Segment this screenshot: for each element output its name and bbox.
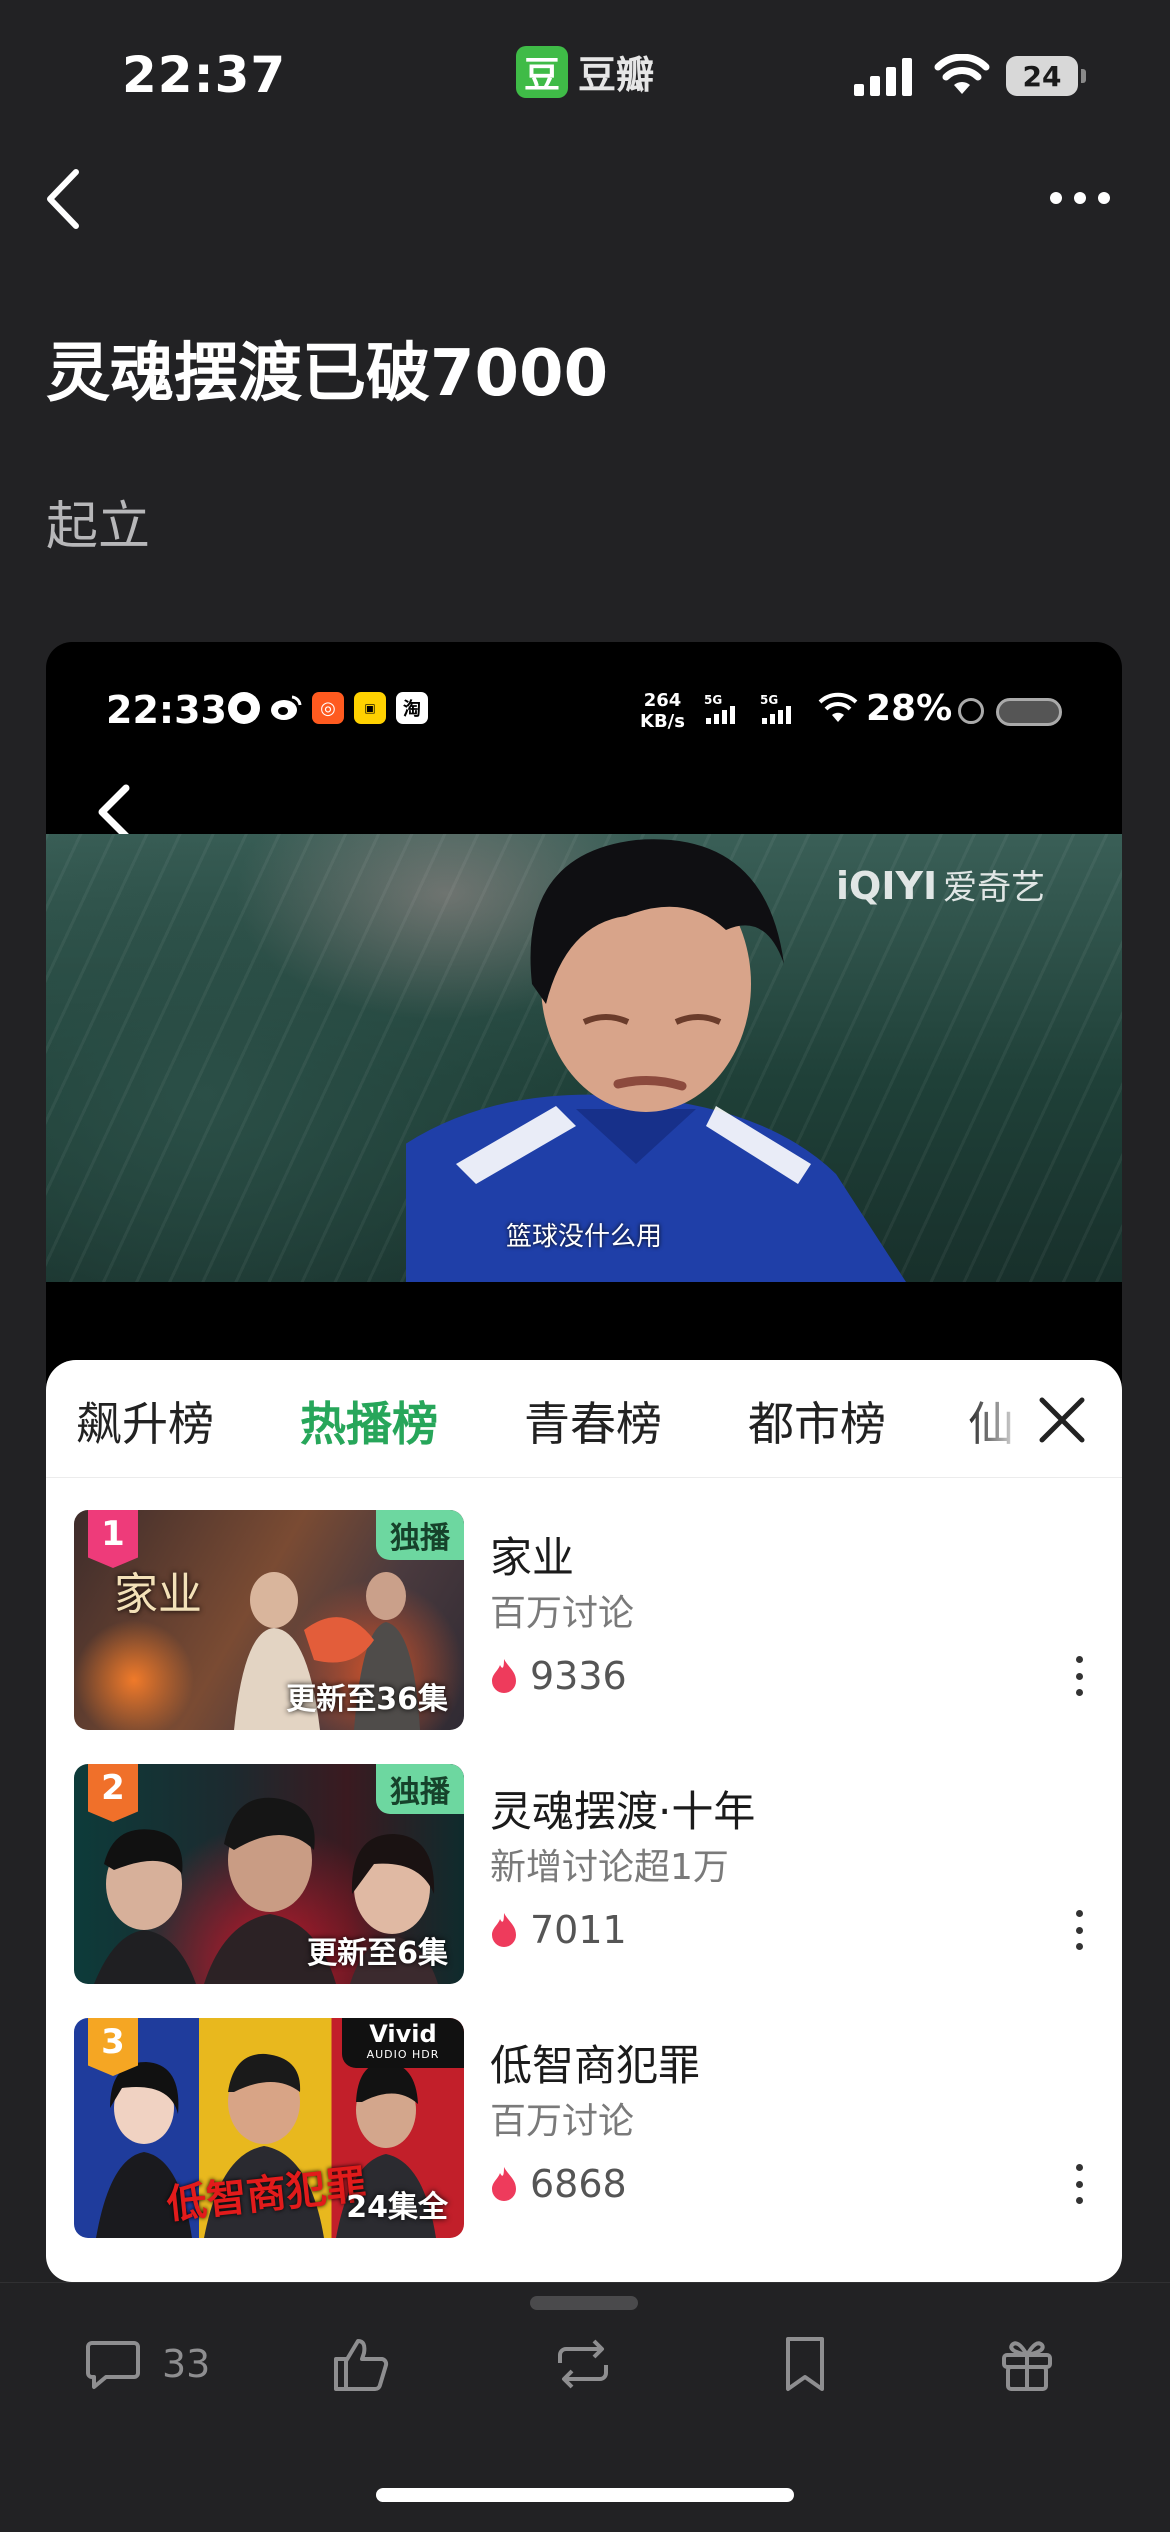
bookmark-icon — [786, 2337, 824, 2391]
thumbnail-title: 家业 — [114, 1569, 202, 1620]
drag-handle[interactable] — [530, 2296, 638, 2310]
episode-status: 更新至6集 — [307, 1936, 448, 1971]
episode-status: 更新至36集 — [286, 1682, 448, 1717]
comment-count: 33 — [162, 2342, 211, 2386]
gift-button[interactable] — [996, 2329, 1058, 2399]
rank-badge: 3 — [88, 2018, 138, 2076]
comment-button[interactable]: 33 — [82, 2329, 210, 2399]
thumbs-up-icon — [334, 2339, 389, 2391]
ranking-tabs: 飙升榜 热播榜 青春榜 都市榜 仙 — [46, 1360, 1122, 1478]
svg-text:5G: 5G — [704, 693, 722, 707]
heat-score: 6868 — [490, 2162, 627, 2206]
sim2-5g-signal-icon: 5G — [760, 693, 791, 724]
post-image[interactable]: 22:33 ◎ ▣ 淘 264 KB/s 5G 5G 28% iQIYI 爱奇艺… — [46, 642, 1122, 2282]
rank-badge: 2 — [88, 1764, 138, 1822]
post-body: 起立 — [46, 497, 151, 557]
tab-hot[interactable]: 热播榜 — [300, 1388, 438, 1454]
video-subtitle: 篮球没什么用 — [505, 1222, 662, 1252]
flame-icon — [492, 1913, 516, 1947]
wifi-icon — [934, 54, 990, 94]
heat-score: 9336 — [490, 1654, 627, 1698]
cellular-signal-icon — [854, 58, 912, 96]
exclusive-tag: 独播 — [376, 1510, 464, 1560]
meituan-icon: ▣ — [354, 692, 386, 724]
flame-icon — [492, 1659, 516, 1693]
tab-urban[interactable]: 都市榜 — [748, 1388, 886, 1454]
taobao-icon: 淘 — [396, 692, 428, 724]
ranking-row[interactable]: 2 独播 更新至6集 灵魂摆渡·十年 新增讨论超1万 7011 — [74, 1764, 1094, 1986]
network-speed: 264 KB/s — [640, 690, 685, 732]
embedded-status-bar: 22:33 ◎ ▣ 淘 264 KB/s 5G 5G 28% — [46, 642, 1122, 792]
ranking-sheet: 飙升榜 热播榜 青春榜 都市榜 仙 家业 1 — [46, 1360, 1122, 2282]
comment-icon — [86, 2341, 140, 2389]
sim1-5g-signal-icon: 5G — [704, 693, 735, 724]
status-time: 22:37 — [122, 46, 287, 104]
embedded-wifi-icon — [818, 692, 858, 722]
show-discussion: 百万讨论 — [490, 1593, 635, 1634]
embedded-time: 22:33 — [106, 688, 227, 732]
douban-logo-icon: 豆 — [516, 45, 568, 98]
app-badge: 豆 豆瓣 — [516, 44, 654, 99]
svg-text:5G: 5G — [760, 693, 778, 707]
show-name: 低智商犯罪 — [490, 2041, 701, 2090]
episode-status: 24集全 — [346, 2190, 448, 2225]
bookmark-button[interactable] — [774, 2329, 836, 2399]
back-chevron-icon[interactable] — [40, 164, 90, 234]
battery-level: 24 — [1006, 56, 1078, 96]
exclusive-tag: 独播 — [376, 1764, 464, 1814]
embedded-battery-percent: 28% — [866, 688, 953, 729]
row-more-icon[interactable] — [1064, 1654, 1094, 1698]
flame-icon — [492, 2167, 516, 2201]
show-discussion: 新增讨论超1万 — [490, 1847, 729, 1888]
kuaishou-icon: ◎ — [312, 692, 344, 724]
post-title: 灵魂摆渡已破7000 — [46, 337, 609, 411]
embedded-status-circle-icon — [958, 698, 984, 724]
app-name: 豆瓣 — [578, 53, 655, 97]
close-icon[interactable] — [1036, 1394, 1088, 1446]
video-player: iQIYI 爱奇艺 篮球没什么用 — [46, 834, 1122, 1282]
row-more-icon[interactable] — [1064, 2162, 1094, 2206]
show-thumbnail: 家业 1 独播 更新至36集 — [74, 1510, 464, 1730]
rank-badge: 1 — [88, 1510, 138, 1568]
embedded-battery-icon — [996, 698, 1062, 726]
show-discussion: 百万讨论 — [490, 2101, 635, 2142]
gift-icon — [1002, 2341, 1052, 2391]
show-thumbnail: 2 独播 更新至6集 — [74, 1764, 464, 1984]
repost-icon — [558, 2339, 608, 2389]
ranking-row[interactable]: 低智商犯罪 3 Vivid AUDIO HDR 24集全 低智商犯罪 百万讨论 … — [74, 2018, 1094, 2240]
more-options-button[interactable] — [1040, 180, 1120, 216]
home-indicator[interactable] — [376, 2488, 794, 2502]
iqiyi-watermark: iQIYI 爱奇艺 — [836, 864, 1046, 908]
weibo-icon — [270, 692, 302, 724]
tab-rising[interactable]: 飙升榜 — [76, 1388, 214, 1454]
tab-youth[interactable]: 青春榜 — [524, 1388, 662, 1454]
embedded-app-icons: ◎ ▣ 淘 — [228, 692, 428, 724]
show-thumbnail: 低智商犯罪 3 Vivid AUDIO HDR 24集全 — [74, 2018, 464, 2238]
show-name: 家业 — [490, 1533, 575, 1582]
notification-app-icon — [228, 692, 260, 724]
vivid-audio-hdr-badge: Vivid AUDIO HDR — [342, 2018, 464, 2068]
show-name: 灵魂摆渡·十年 — [490, 1787, 756, 1836]
heat-score: 7011 — [490, 1908, 627, 1952]
video-frame-boy — [406, 839, 906, 1282]
status-bar: 22:37 豆 豆瓣 24 — [0, 0, 1170, 150]
battery-icon: 24 — [1006, 56, 1086, 96]
like-button[interactable] — [330, 2329, 392, 2399]
ranking-row[interactable]: 家业 1 独播 更新至36集 家业 百万讨论 9336 — [74, 1510, 1094, 1732]
row-more-icon[interactable] — [1064, 1908, 1094, 1952]
repost-button[interactable] — [552, 2329, 614, 2399]
